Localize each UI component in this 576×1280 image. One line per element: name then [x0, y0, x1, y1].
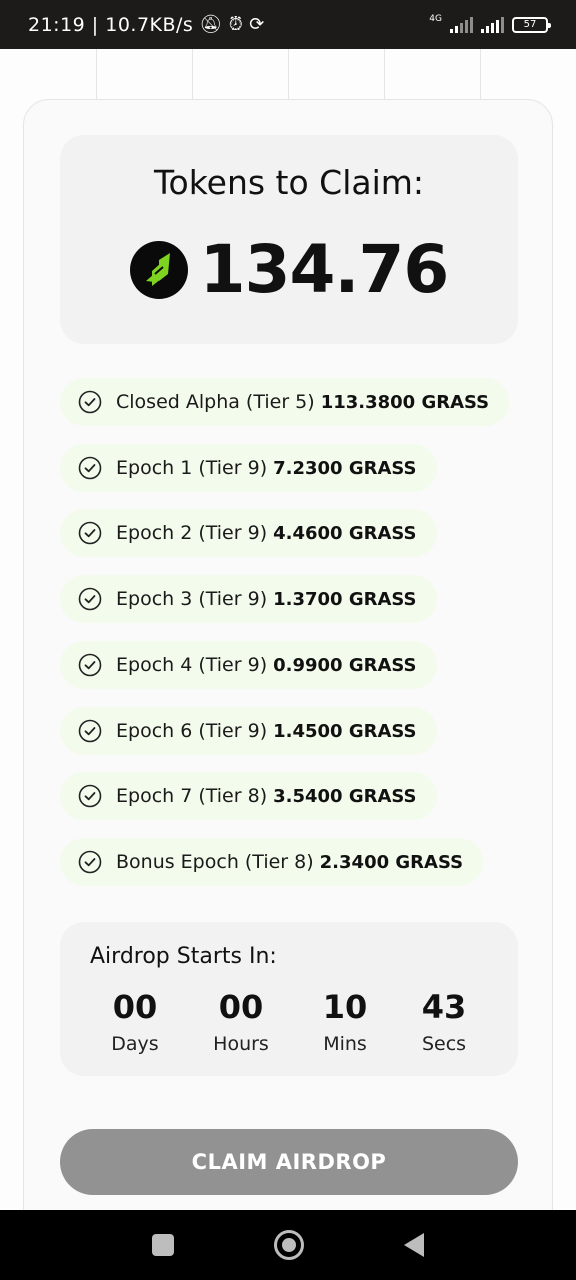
- countdown-secs: 43 Secs: [399, 988, 489, 1056]
- claim-amount: 7.2300 GRASS: [273, 457, 417, 479]
- claim-amount: 1.3700 GRASS: [273, 588, 417, 610]
- claim-label: Epoch 2 (Tier 9): [116, 522, 268, 544]
- grass-logo-icon: [129, 240, 188, 299]
- check-circle-icon: [78, 587, 102, 611]
- battery-level: 57: [523, 19, 537, 30]
- claim-amount: 2.3400 GRASS: [319, 851, 464, 873]
- list-item: Epoch 7 (Tier 8) 3.5400 GRASS: [60, 772, 437, 820]
- check-circle-icon: [78, 850, 102, 874]
- grid-line: [384, 49, 385, 99]
- claim-amount: 113.3800 GRASS: [320, 391, 490, 413]
- claim-label: Epoch 4 (Tier 9): [116, 654, 268, 676]
- tokens-row: 134.76: [60, 231, 518, 308]
- countdown-label: Mins: [323, 1033, 367, 1056]
- countdown-label: Days: [111, 1033, 159, 1056]
- countdown-days: 00 Days: [90, 988, 180, 1056]
- countdown-value: 10: [322, 988, 368, 1026]
- list-item: Bonus Epoch (Tier 8) 2.3400 GRASS: [60, 838, 484, 886]
- claim-amount: 3.5400 GRASS: [273, 785, 417, 807]
- list-item: Closed Alpha (Tier 5) 113.3800 GRASS: [60, 378, 510, 426]
- countdown-value: 00: [112, 988, 158, 1026]
- check-circle-icon: [78, 719, 102, 743]
- grid-line: [288, 49, 289, 99]
- check-circle-icon: [78, 390, 102, 414]
- claim-label: Epoch 7 (Tier 8): [116, 785, 268, 807]
- claim-amount: 4.4600 GRASS: [273, 522, 417, 544]
- check-circle-icon: [78, 456, 102, 480]
- countdown-hours: 00 Hours: [196, 988, 286, 1056]
- page: Tokens to Claim: 134.76 Closed Alpha (Ti…: [0, 49, 576, 1210]
- countdown-title: Airdrop Starts In:: [90, 944, 277, 969]
- tokens-box: Tokens to Claim: 134.76: [60, 135, 518, 344]
- signal-2-icon: [481, 16, 504, 33]
- claim-amount: 0.9900 GRASS: [273, 654, 417, 676]
- battery-icon: 57: [512, 16, 551, 33]
- list-item: Epoch 1 (Tier 9) 7.2300 GRASS: [60, 444, 437, 492]
- countdown-value: 00: [218, 988, 264, 1026]
- countdown-label: Hours: [213, 1033, 269, 1056]
- back-icon[interactable]: [404, 1233, 424, 1257]
- tokens-title: Tokens to Claim:: [153, 163, 425, 202]
- tokens-amount: 134.76: [199, 231, 450, 308]
- list-item: Epoch 6 (Tier 9) 1.4500 GRASS: [60, 707, 437, 755]
- sync-icon: ⟳: [249, 13, 265, 35]
- list-item: Epoch 2 (Tier 9) 4.4600 GRASS: [60, 509, 437, 557]
- claim-label: Epoch 1 (Tier 9): [116, 457, 268, 479]
- recents-icon[interactable]: [152, 1234, 174, 1256]
- status-bar: 21:19 | 10.7KB/s 🔕︎ ⏰︎ ⟳ 4G 57: [0, 0, 576, 49]
- list-item: Epoch 3 (Tier 9) 1.3700 GRASS: [60, 575, 437, 623]
- grid-line: [192, 49, 193, 99]
- claim-card: Tokens to Claim: 134.76 Closed Alpha (Ti…: [23, 99, 553, 1210]
- countdown-mins: 10 Mins: [300, 988, 390, 1056]
- navigation-bar: [0, 1210, 576, 1280]
- countdown-box: Airdrop Starts In: 00 Days 00 Hours 10 M…: [60, 922, 518, 1076]
- grid-line: [480, 49, 481, 99]
- claim-label: Epoch 3 (Tier 9): [116, 588, 268, 610]
- status-time: 21:19 | 10.7KB/s: [28, 13, 194, 36]
- check-circle-icon: [78, 653, 102, 677]
- status-right: 4G 57: [429, 14, 551, 34]
- check-circle-icon: [78, 784, 102, 808]
- alarm-icon: ⏰︎: [228, 13, 244, 35]
- muted-bell-icon: 🔕︎: [199, 13, 223, 35]
- home-icon[interactable]: [274, 1230, 304, 1260]
- claim-label: Closed Alpha (Tier 5): [116, 391, 315, 413]
- signal-icon: [450, 16, 473, 33]
- claim-label: Bonus Epoch (Tier 8): [116, 851, 314, 873]
- countdown-value: 43: [421, 988, 467, 1026]
- status-left: 21:19 | 10.7KB/s 🔕︎ ⏰︎ ⟳: [28, 14, 265, 36]
- claim-airdrop-button[interactable]: CLAIM AIRDROP: [60, 1129, 518, 1195]
- check-circle-icon: [78, 521, 102, 545]
- list-item: Epoch 4 (Tier 9) 0.9900 GRASS: [60, 641, 437, 689]
- countdown-label: Secs: [421, 1033, 467, 1056]
- grid-line: [96, 49, 97, 99]
- claim-amount: 1.4500 GRASS: [273, 720, 417, 742]
- claim-label: Epoch 6 (Tier 9): [116, 720, 268, 742]
- network-label: 4G: [429, 14, 442, 24]
